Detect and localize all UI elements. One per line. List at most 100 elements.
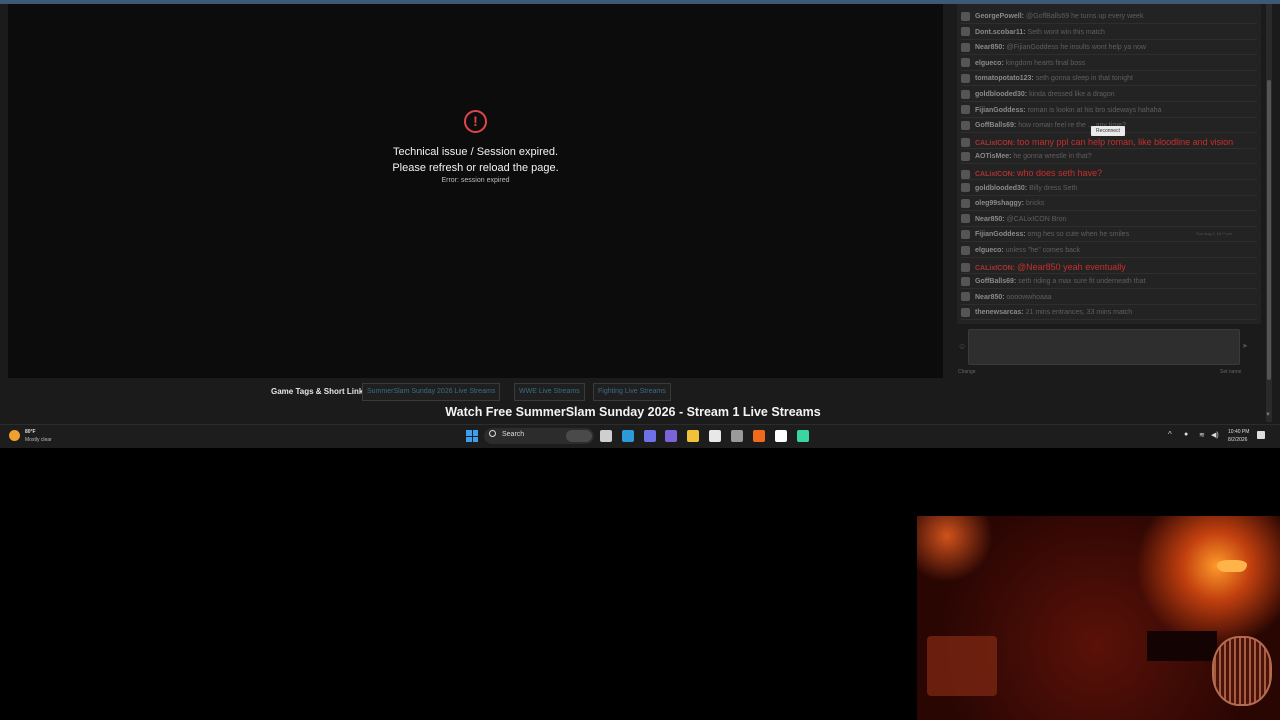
chat-username[interactable]: goldblooded30: xyxy=(975,91,1027,98)
chat-message: FijianGoddess: roman is lookin at his br… xyxy=(961,104,1257,118)
user-avatar-icon[interactable] xyxy=(961,120,970,130)
tag-link-summerslam[interactable]: SummerSlam Sunday 2026 Live Streams xyxy=(362,383,501,401)
weather-desc[interactable]: Mostly clear xyxy=(25,437,52,443)
user-avatar-icon[interactable] xyxy=(961,58,970,68)
firefox-icon[interactable] xyxy=(753,430,765,442)
send-icon[interactable]: ➤ xyxy=(1242,342,1248,350)
chat-username[interactable]: oleg99shaggy: xyxy=(975,200,1024,207)
clock-date[interactable]: 8/2/2026 xyxy=(1228,437,1247,443)
store-icon[interactable] xyxy=(709,430,721,442)
reconnect-button[interactable]: Reconnect xyxy=(1091,126,1125,136)
user-avatar-icon[interactable] xyxy=(961,263,970,273)
change-link[interactable]: Change xyxy=(958,369,976,375)
chat-username[interactable]: goldblooded30: xyxy=(975,185,1027,192)
chat-username[interactable]: Near850: xyxy=(975,216,1005,223)
user-avatar-icon[interactable] xyxy=(961,169,970,179)
error-code: Error: session expired xyxy=(441,177,510,184)
weather-temp[interactable]: 80°F xyxy=(25,429,36,435)
user-avatar-icon[interactable] xyxy=(961,42,970,52)
smiley-icon[interactable]: ☺ xyxy=(958,342,966,351)
chat-username[interactable]: Dont.scobar11: xyxy=(975,29,1026,36)
user-avatar-icon[interactable] xyxy=(961,11,970,21)
chat-text: Billy dress Seth xyxy=(1029,184,1078,192)
microphone-icon[interactable]: ● xyxy=(1184,431,1188,438)
chat-username[interactable]: GeorgePowell: xyxy=(975,13,1024,20)
user-avatar-icon[interactable] xyxy=(961,152,970,162)
chat-text: roman is lookin at his bro sideways haha… xyxy=(1027,106,1162,114)
volume-icon[interactable]: ◀) xyxy=(1211,431,1219,439)
chat-message: GeorgePowell: @GoffBalls69 he turns up e… xyxy=(961,10,1257,24)
chat-text: oooowwhoaaa xyxy=(1006,293,1052,301)
chat-text: @CALixICON Bron xyxy=(1006,215,1067,223)
chat-message: Near850: @CALixICON Bron xyxy=(961,213,1257,227)
chevron-up-icon[interactable]: ^ xyxy=(1168,430,1172,439)
chat-username[interactable]: elgueco: xyxy=(975,247,1004,254)
user-avatar-icon[interactable] xyxy=(961,230,970,240)
chat-text: Seth wont win this match xyxy=(1027,28,1105,36)
user-avatar-icon[interactable] xyxy=(961,198,970,208)
tag-link-wwe[interactable]: WWE Live Streams xyxy=(514,383,585,401)
chat-text: kinda dressed like a dragon xyxy=(1029,91,1115,98)
chat-text: who does seth have? xyxy=(1017,168,1103,178)
chat-message: tomatopotato123: seth gonna sleep in tha… xyxy=(961,72,1257,87)
chat-username[interactable]: tomatopotato123: xyxy=(975,75,1034,82)
user-avatar-icon[interactable] xyxy=(961,292,970,302)
user-avatar-icon[interactable] xyxy=(961,138,970,148)
user-avatar-icon[interactable] xyxy=(961,276,970,286)
chat-username[interactable]: Near850: xyxy=(975,44,1005,51)
tag-link-fighting[interactable]: Fighting Live Streams xyxy=(593,383,671,401)
chat-text: bricks xyxy=(1025,200,1045,208)
user-avatar-icon[interactable] xyxy=(961,308,970,318)
scrollbar-thumb[interactable] xyxy=(1267,80,1271,380)
chat-username[interactable]: FijianGoddess: xyxy=(975,107,1026,114)
chat-text: he gonna wrestle in that? xyxy=(1013,153,1092,161)
edge-icon[interactable] xyxy=(622,430,634,442)
clock-time[interactable]: 10:40 PM xyxy=(1228,429,1249,435)
file-explorer-icon[interactable] xyxy=(600,430,612,442)
search-icon xyxy=(489,430,496,437)
chat-input[interactable] xyxy=(968,329,1240,365)
wifi-icon[interactable]: ≋ xyxy=(1199,431,1205,439)
chat-username[interactable]: AOTisMee: xyxy=(975,153,1011,160)
user-avatar-icon[interactable] xyxy=(961,89,970,99)
video-player[interactable] xyxy=(8,4,943,378)
copilot-icon[interactable] xyxy=(644,430,656,442)
chat-username[interactable]: CALixICON: xyxy=(975,265,1015,272)
chat-username[interactable]: Near850: xyxy=(975,294,1005,301)
windows-start-icon[interactable] xyxy=(466,430,478,442)
user-avatar-icon[interactable] xyxy=(961,74,970,84)
user-avatar-icon[interactable] xyxy=(961,245,970,255)
user-avatar-icon[interactable] xyxy=(961,183,970,193)
folder-icon[interactable] xyxy=(687,430,699,442)
chat-message: Near850: oooowwhoaaa xyxy=(961,291,1257,305)
chat-username[interactable]: GoffBalls69: xyxy=(975,278,1016,285)
user-avatar-icon[interactable] xyxy=(961,214,970,224)
chat-username[interactable]: GoffBalls69: xyxy=(975,122,1016,129)
app-icon[interactable] xyxy=(797,430,809,442)
chat-text: 21 mins entrances, 33 mins match xyxy=(1025,309,1133,317)
chat-text: omg hes so cute when he smiles xyxy=(1027,231,1130,239)
tiktok-icon[interactable] xyxy=(775,430,787,442)
user-avatar-icon[interactable] xyxy=(961,105,970,115)
settings-icon[interactable] xyxy=(731,430,743,442)
chat-username[interactable]: CALixICON: xyxy=(975,140,1015,147)
chat-message: oleg99shaggy: bricks xyxy=(961,197,1257,212)
weather-icon[interactable] xyxy=(9,430,20,441)
webcam-object xyxy=(927,636,997,696)
set-name-link[interactable]: Set name xyxy=(1220,369,1241,375)
notification-icon[interactable] xyxy=(1257,431,1265,439)
user-avatar-icon[interactable] xyxy=(961,27,970,37)
search-highlight-icon xyxy=(566,430,592,442)
webcam-overlay xyxy=(917,516,1280,720)
teams-icon[interactable] xyxy=(665,430,677,442)
chat-username[interactable]: elgueco: xyxy=(975,60,1004,67)
chat-username[interactable]: FijianGoddess: xyxy=(975,231,1026,238)
webcam-shelf xyxy=(1147,631,1217,661)
chat-text: @GoffBalls69 he turns up every week xyxy=(1025,13,1144,20)
chat-message: GoffBalls69: seth riding a max sure fit … xyxy=(961,275,1257,290)
chat-text: kingdom hearts final boss xyxy=(1005,59,1086,67)
chat-message: CALixICON: @Near850 yeah eventually xyxy=(961,260,1257,274)
chat-username[interactable]: CALixICON: xyxy=(975,171,1015,178)
taskbar xyxy=(0,424,1280,448)
chat-username[interactable]: thenewsarcas: xyxy=(975,309,1024,316)
